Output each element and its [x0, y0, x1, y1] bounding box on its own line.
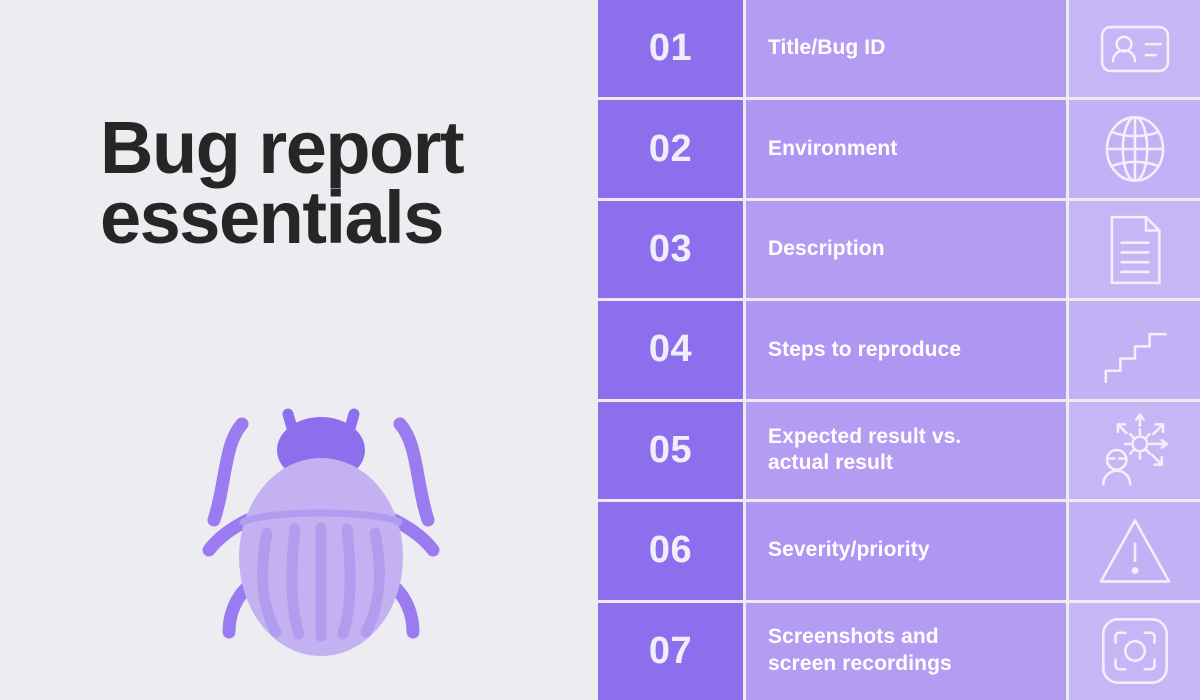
- stairs-icon: [1103, 332, 1167, 383]
- row-icon-cell: [1069, 200, 1200, 299]
- row-number-cell: 05: [598, 401, 743, 500]
- row-label-cell: Steps to reproduce: [746, 301, 1066, 399]
- row-label-cell: Screenshots and screen recordings: [746, 602, 1066, 700]
- row-number: 01: [648, 27, 693, 70]
- row-label: Expected result vs. actual result: [768, 424, 962, 475]
- row-number: 02: [648, 127, 693, 170]
- person-gear-arrows-icon: [1101, 413, 1168, 486]
- row-label: Steps to reproduce: [768, 337, 962, 361]
- row-number-cell: 07: [598, 602, 743, 700]
- screenshot-frame-icon: [1101, 618, 1168, 685]
- row-icon-cell: [1069, 502, 1200, 600]
- row-label: Title/Bug ID: [768, 36, 886, 60]
- row-number: 03: [648, 228, 693, 271]
- row-number-cell: 03: [598, 200, 743, 299]
- table-row[interactable]: 06 Severity/priority: [598, 502, 1200, 600]
- row-number-cell: 02: [598, 100, 743, 198]
- globe-icon: [1105, 116, 1164, 183]
- table-row[interactable]: 02 Environment: [598, 100, 1200, 198]
- table-row[interactable]: 03 Description: [598, 200, 1200, 299]
- row-icon-cell: [1069, 602, 1200, 700]
- left-panel: Bug report essentials: [0, 0, 598, 700]
- row-number: 06: [648, 529, 693, 572]
- row-label-cell: Expected result vs. actual result: [746, 401, 1066, 500]
- row-label: Screenshots and screen recordings: [768, 625, 952, 676]
- row-label: Environment: [768, 136, 898, 160]
- row-label-cell: Environment: [746, 100, 1066, 198]
- row-icon-cell: [1069, 0, 1200, 98]
- row-number: 04: [648, 328, 693, 371]
- row-icon-cell: [1069, 100, 1200, 198]
- row-label-cell: Description: [746, 200, 1066, 299]
- row-number-cell: 06: [598, 502, 743, 600]
- row-number: 05: [648, 428, 693, 471]
- row-label-cell: Title/Bug ID: [746, 0, 1066, 98]
- row-number: 07: [648, 629, 693, 672]
- row-label-cell: Severity/priority: [746, 502, 1066, 600]
- essentials-table: 01 Title/Bug ID 02 Environment 03 Descri…: [598, 0, 1200, 700]
- table-row[interactable]: 07 Screenshots and screen recordings: [598, 602, 1200, 700]
- row-number-cell: 01: [598, 0, 743, 98]
- row-icon-cell: [1069, 401, 1200, 500]
- row-label: Severity/priority: [768, 538, 930, 562]
- row-label: Description: [768, 237, 885, 261]
- bug-illustration: [196, 392, 446, 682]
- page-title: Bug report essentials: [100, 106, 465, 260]
- warning-triangle-icon: [1099, 519, 1170, 583]
- table-row[interactable]: 04 Steps to reproduce: [598, 301, 1200, 399]
- table-row[interactable]: 05 Expected result vs. actual result: [598, 401, 1200, 500]
- document-lines-icon: [1110, 215, 1161, 284]
- id-card-icon: [1100, 25, 1169, 72]
- row-number-cell: 04: [598, 301, 743, 399]
- row-icon-cell: [1069, 301, 1200, 399]
- table-row[interactable]: 01 Title/Bug ID: [598, 0, 1200, 98]
